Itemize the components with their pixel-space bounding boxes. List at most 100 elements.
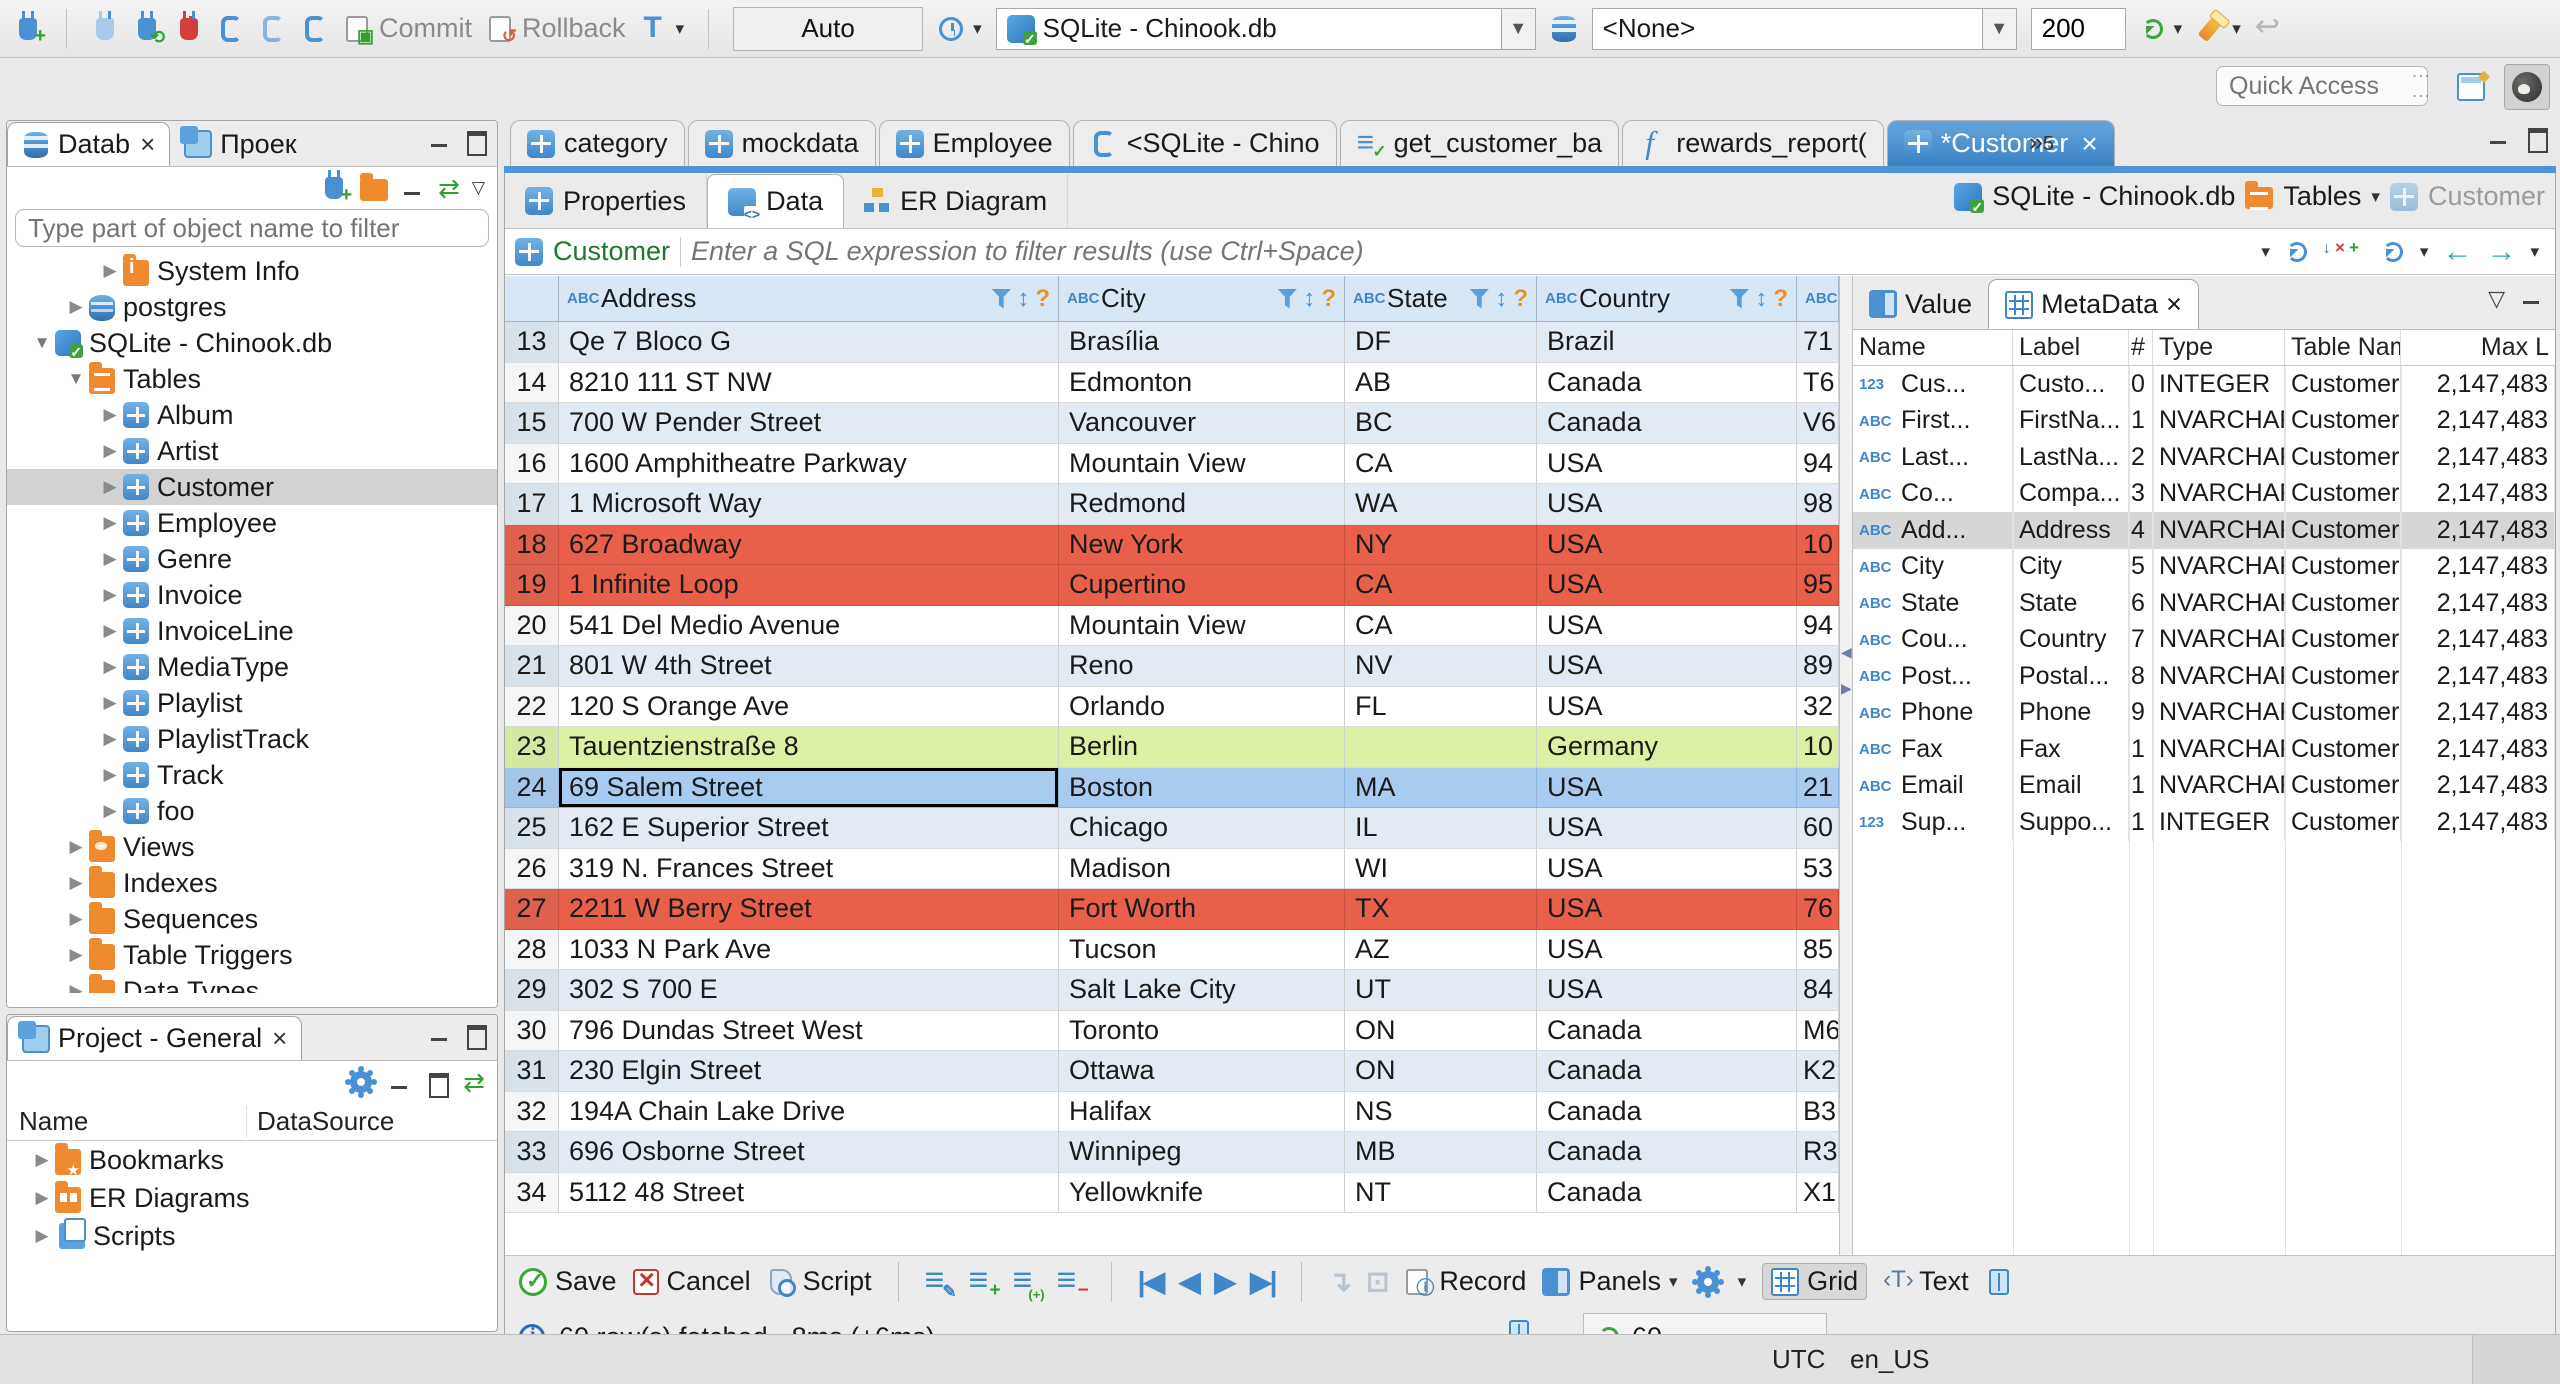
minimize-icon[interactable] (427, 1023, 453, 1045)
sort-icon[interactable]: ↕ (1755, 285, 1767, 313)
state-cell[interactable]: ON (1345, 1010, 1537, 1051)
row-number-cell[interactable]: 20 (505, 605, 559, 646)
tree-item[interactable]: Album (7, 397, 497, 433)
refresh-icon[interactable] (2286, 241, 2307, 262)
postalcode-cell[interactable]: 53 (1797, 848, 1839, 889)
address-cell[interactable]: 8210 111 ST NW (559, 362, 1059, 403)
state-cell[interactable]: NT (1345, 1172, 1537, 1213)
address-cell[interactable]: 700 W Pender Street (559, 403, 1059, 444)
row-number-cell[interactable]: 27 (505, 889, 559, 930)
country-cell[interactable]: USA (1537, 970, 1797, 1011)
table-row[interactable]: 25 162 E Superior Street Chicago IL USA … (505, 808, 1839, 849)
sort-icon[interactable]: ↕ (1017, 285, 1029, 313)
refresh-connection-button[interactable]: ▾ (2140, 16, 2182, 42)
address-cell[interactable]: 194A Chain Lake Drive (559, 1091, 1059, 1132)
tree-item[interactable]: foo (7, 793, 497, 829)
table-row[interactable]: 31 230 Elgin Street Ottawa ON Canada K2 (505, 1051, 1839, 1092)
city-cell[interactable]: Yellowknife (1059, 1172, 1345, 1213)
state-cell[interactable]: NV (1345, 646, 1537, 687)
row-number-cell[interactable]: 21 (505, 646, 559, 687)
expand-arrow-icon[interactable] (97, 405, 123, 425)
postalcode-cell[interactable]: 76 (1797, 889, 1839, 930)
country-cell[interactable]: Canada (1537, 1091, 1797, 1132)
address-cell[interactable]: 230 Elgin Street (559, 1051, 1059, 1092)
country-cell[interactable]: Germany (1537, 727, 1797, 768)
delete-row-icon[interactable] (1057, 1268, 1089, 1302)
cancel-button[interactable]: Cancel (632, 1264, 751, 1297)
city-cell[interactable]: Salt Lake City (1059, 970, 1345, 1011)
expand-arrow-icon[interactable] (97, 477, 123, 497)
country-cell[interactable]: USA (1537, 929, 1797, 970)
tree-item[interactable]: Invoice (7, 577, 497, 613)
tree-item[interactable]: Artist (7, 433, 497, 469)
tree-item[interactable]: InvoiceLine (7, 613, 497, 649)
open-perspective-button[interactable] (2448, 64, 2494, 110)
postalcode-cell[interactable]: 94 (1797, 605, 1839, 646)
collapse-all-icon[interactable] (400, 177, 426, 199)
expand-arrow-icon[interactable] (97, 657, 123, 677)
table-row[interactable]: 30 796 Dundas Street West Toronto ON Can… (505, 1010, 1839, 1051)
minimize-icon[interactable] (2486, 126, 2512, 148)
state-cell[interactable] (1345, 727, 1537, 768)
row-number-cell[interactable]: 31 (505, 1051, 559, 1092)
address-cell[interactable]: Tauentzienstraße 8 (559, 727, 1059, 768)
link-with-editor-icon[interactable]: ⇄ (438, 173, 460, 204)
table-row[interactable]: 28 1033 N Park Ave Tucson AZ USA 85 (505, 929, 1839, 970)
table-row[interactable]: 17 1 Microsoft Way Redmond WA USA 98 (505, 484, 1839, 525)
address-cell[interactable]: 69 Salem Street (559, 767, 1059, 808)
city-cell[interactable]: Toronto (1059, 1010, 1345, 1051)
table-row[interactable]: 22 120 S Orange Ave Orlando FL USA 32 (505, 686, 1839, 727)
postalcode-cell[interactable]: M6 (1797, 1010, 1839, 1051)
expand-arrow-icon[interactable] (63, 873, 89, 893)
metadata-row[interactable]: Sup... Suppo... 1 INTEGER Customer 2,147… (1853, 804, 2555, 841)
postalcode-cell[interactable]: 10 (1797, 727, 1839, 768)
expand-arrow-icon[interactable] (97, 261, 123, 281)
address-cell[interactable]: 541 Del Medio Avenue (559, 605, 1059, 646)
editor-tab[interactable]: mockdata × (687, 120, 876, 166)
expand-arrow-icon[interactable] (97, 549, 123, 569)
row-number-cell[interactable]: 15 (505, 403, 559, 444)
state-cell[interactable]: WA (1345, 484, 1537, 525)
tree-item[interactable]: SQLite - Chinook.db (7, 325, 497, 361)
tab-value[interactable]: Value (1853, 279, 1988, 329)
tree-item[interactable]: MediaType (7, 649, 497, 685)
state-cell[interactable]: AB (1345, 362, 1537, 403)
timezone-indicator[interactable]: UTC (1772, 1344, 1825, 1375)
row-number-cell[interactable]: 17 (505, 484, 559, 525)
breadcrumb-database[interactable]: SQLite - Chinook.db (1992, 181, 2235, 212)
state-cell[interactable]: CA (1345, 443, 1537, 484)
address-cell[interactable]: 801 W 4th Street (559, 646, 1059, 687)
row-number-cell[interactable]: 28 (505, 929, 559, 970)
close-icon[interactable]: × (140, 129, 155, 160)
country-cell[interactable]: USA (1537, 848, 1797, 889)
tree-item[interactable]: ER Diagrams (7, 1179, 497, 1217)
expand-arrow-icon[interactable] (97, 801, 123, 821)
column-header-country[interactable]: Country ↕ ? (1537, 276, 1797, 321)
address-cell[interactable]: 1600 Amphitheatre Parkway (559, 443, 1059, 484)
state-cell[interactable]: DF (1345, 322, 1537, 363)
city-cell[interactable]: Brasília (1059, 322, 1345, 363)
locale-indicator[interactable]: en_US (1850, 1344, 1930, 1375)
state-cell[interactable]: CA (1345, 605, 1537, 646)
filter-funnel-icon[interactable] (991, 288, 1012, 309)
tab-data[interactable]: Data (707, 174, 845, 228)
maximize-icon[interactable] (2524, 126, 2550, 153)
sql-filter-input[interactable] (691, 236, 2252, 267)
tab-properties[interactable]: Properties (505, 174, 708, 228)
expand-arrow-icon[interactable] (63, 837, 89, 857)
view-menu-icon[interactable]: ▽ (472, 178, 485, 198)
metadata-row[interactable]: State State 6 NVARCHAR Customer 2,147,48… (1853, 585, 2555, 622)
tab-metadata[interactable]: MetaData × (1988, 279, 2199, 329)
tree-item[interactable]: Track (7, 757, 497, 793)
connect-icon[interactable] (96, 10, 114, 40)
city-cell[interactable]: Orlando (1059, 686, 1345, 727)
column-header-address[interactable]: Address ↕ ? (559, 276, 1059, 321)
metadata-row[interactable]: First... FirstNa... 1 NVARCHAR Customer … (1853, 402, 2555, 439)
postalcode-cell[interactable]: V6 (1797, 403, 1839, 444)
collapse-right-icon[interactable]: ▶ (1841, 680, 1852, 697)
expand-arrow-icon[interactable] (97, 765, 123, 785)
tree-item[interactable]: System Info (7, 253, 497, 289)
postalcode-cell[interactable]: 85 (1797, 929, 1839, 970)
filter-funnel-icon[interactable] (1469, 288, 1490, 309)
city-cell[interactable]: Mountain View (1059, 443, 1345, 484)
